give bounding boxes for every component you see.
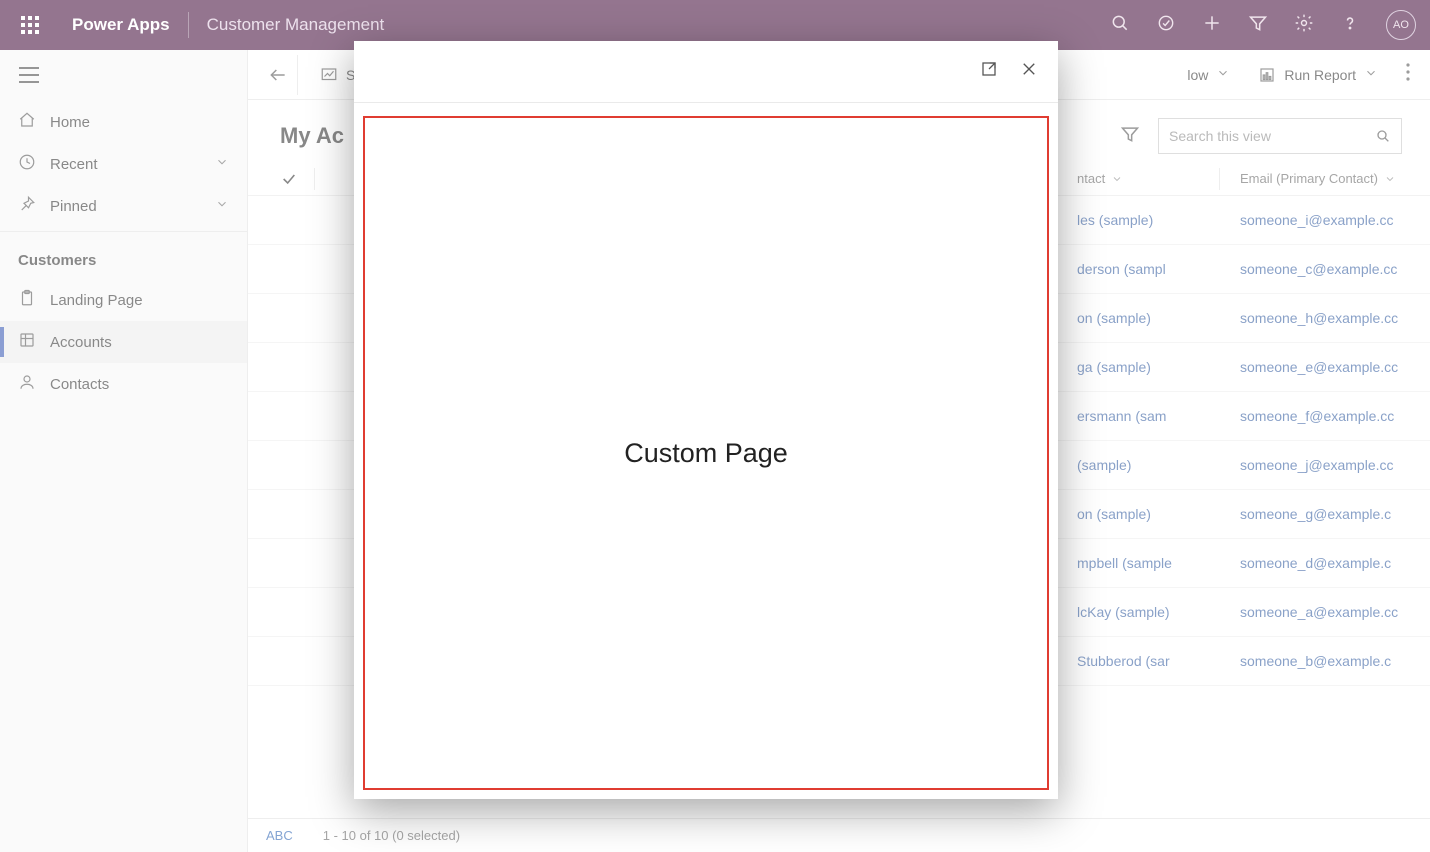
status-bar: ABC 1 - 10 of 10 (0 selected) (248, 818, 1430, 852)
modal-dialog: Custom Page (354, 41, 1058, 799)
app-page-name: Customer Management (207, 15, 385, 35)
cell-contact[interactable]: Stubberod (sar (1077, 653, 1209, 669)
cell-email[interactable]: someone_d@example.c (1240, 555, 1430, 571)
more-commands-button[interactable] (1396, 57, 1420, 92)
view-title: My Ac (280, 123, 344, 149)
back-button[interactable] (258, 55, 298, 95)
flow-button[interactable]: low (1177, 60, 1240, 89)
hamburger-icon[interactable] (0, 54, 247, 101)
cell-email[interactable]: someone_a@example.cc (1240, 604, 1430, 620)
clipboard-icon (18, 289, 36, 311)
column-header-contact[interactable]: ntact (1077, 171, 1209, 186)
cell-contact[interactable]: (sample) (1077, 457, 1209, 473)
run-report-button[interactable]: Run Report (1248, 60, 1388, 90)
filter-icon[interactable] (1120, 124, 1140, 149)
topbar-actions: AO (1110, 10, 1416, 40)
cell-email[interactable]: someone_c@example.cc (1240, 261, 1430, 277)
home-icon (18, 111, 36, 133)
close-icon[interactable] (1020, 60, 1038, 83)
gear-icon[interactable] (1294, 13, 1314, 38)
nav-recent-label: Recent (50, 156, 215, 173)
app-title: Power Apps (72, 15, 170, 35)
filter-icon[interactable] (1248, 13, 1268, 38)
sidebar: Home Recent Pinned Customers Landing Pag… (0, 50, 248, 852)
sidebar-item-label: Accounts (50, 334, 229, 351)
avatar[interactable]: AO (1386, 10, 1416, 40)
help-icon[interactable] (1340, 13, 1360, 38)
sidebar-item-landing-page[interactable]: Landing Page (0, 279, 247, 321)
accounts-icon (18, 331, 36, 353)
sidebar-section-customers: Customers (0, 232, 247, 279)
pin-icon (18, 195, 36, 217)
plus-icon[interactable] (1202, 13, 1222, 38)
cell-contact[interactable]: ga (sample) (1077, 359, 1209, 375)
nav-home-label: Home (50, 114, 229, 131)
modal-header (354, 41, 1058, 103)
cell-contact[interactable]: mpbell (sample (1077, 555, 1209, 571)
chevron-down-icon (215, 197, 229, 215)
custom-page-label: Custom Page (624, 438, 788, 469)
status-range: 1 - 10 of 10 (0 selected) (323, 828, 460, 843)
cell-contact[interactable]: les (sample) (1077, 212, 1209, 228)
cell-contact[interactable]: on (sample) (1077, 506, 1209, 522)
cell-email[interactable]: someone_b@example.c (1240, 653, 1430, 669)
column-header-contact-label: ntact (1077, 171, 1105, 186)
cell-email[interactable]: someone_h@example.cc (1240, 310, 1430, 326)
topbar-divider (188, 12, 189, 38)
cell-contact[interactable]: lcKay (sample) (1077, 604, 1209, 620)
search-view-box[interactable] (1158, 118, 1402, 154)
cell-contact[interactable]: derson (sampl (1077, 261, 1209, 277)
sidebar-item-label: Landing Page (50, 292, 229, 309)
cell-email[interactable]: someone_g@example.c (1240, 506, 1430, 522)
chevron-down-icon (1216, 66, 1230, 83)
waffle-icon[interactable] (14, 9, 46, 41)
cell-email[interactable]: someone_e@example.cc (1240, 359, 1430, 375)
sidebar-item-label: Contacts (50, 376, 229, 393)
chevron-down-icon (215, 155, 229, 173)
cell-email[interactable]: someone_i@example.cc (1240, 212, 1430, 228)
target-icon[interactable] (1156, 13, 1176, 38)
status-abc[interactable]: ABC (266, 828, 293, 843)
nav-home[interactable]: Home (0, 101, 247, 143)
chevron-down-icon (1111, 173, 1123, 185)
chevron-down-icon (1384, 173, 1396, 185)
nav-recent[interactable]: Recent (0, 143, 247, 185)
sidebar-item-contacts[interactable]: Contacts (0, 363, 247, 405)
search-icon[interactable] (1110, 13, 1130, 38)
cell-email[interactable]: someone_j@example.cc (1240, 457, 1430, 473)
expand-icon[interactable] (980, 60, 998, 83)
run-report-label: Run Report (1284, 67, 1356, 83)
cell-email[interactable]: someone_f@example.cc (1240, 408, 1430, 424)
search-icon (1375, 128, 1391, 144)
search-input[interactable] (1169, 128, 1375, 144)
select-all-checkbox[interactable] (274, 162, 304, 195)
cell-contact[interactable]: on (sample) (1077, 310, 1209, 326)
column-header-email[interactable]: Email (Primary Contact) (1240, 171, 1430, 186)
column-header-email-label: Email (Primary Contact) (1240, 171, 1378, 186)
clock-icon (18, 153, 36, 175)
sidebar-item-accounts[interactable]: Accounts (0, 321, 247, 363)
modal-highlight-outline: Custom Page (363, 116, 1049, 790)
person-icon (18, 373, 36, 395)
flow-label-suffix: low (1187, 67, 1208, 83)
nav-pinned-label: Pinned (50, 198, 215, 215)
nav-pinned[interactable]: Pinned (0, 185, 247, 227)
modal-body: Custom Page (354, 103, 1058, 799)
chevron-down-icon (1364, 66, 1378, 83)
cell-contact[interactable]: ersmann (sam (1077, 408, 1209, 424)
